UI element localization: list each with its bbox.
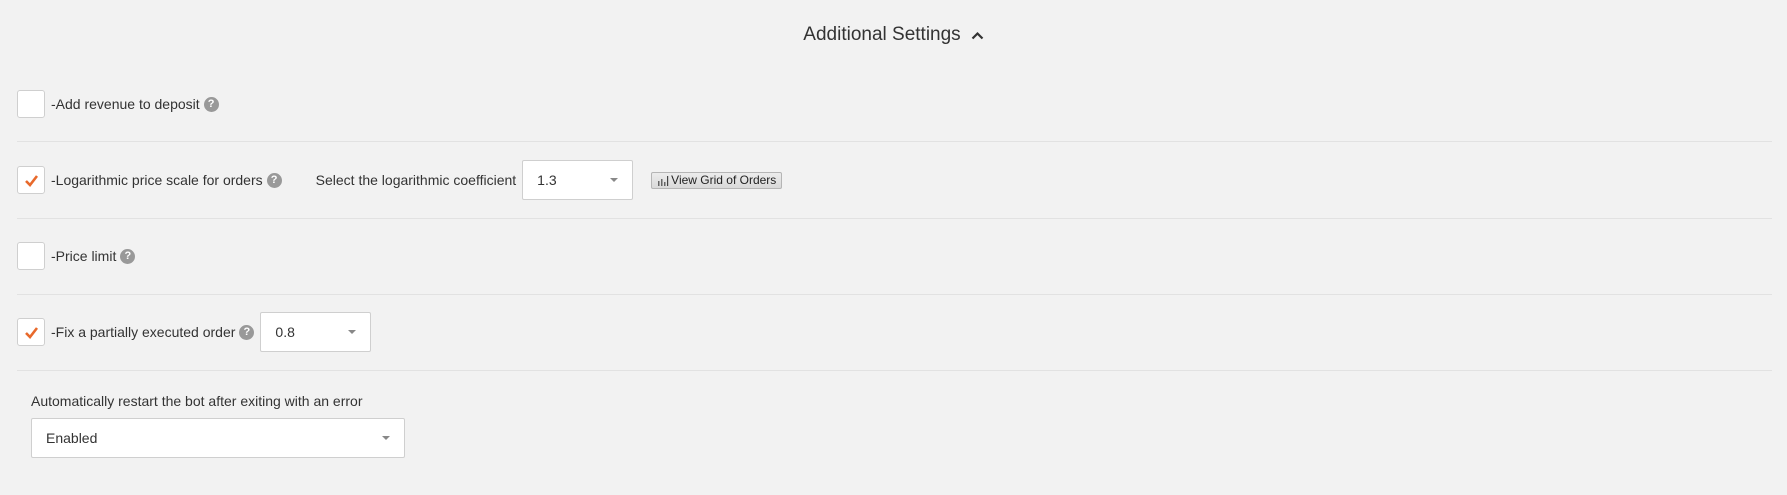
chevron-up-icon[interactable]	[971, 31, 984, 40]
fix-partial-label: -Fix a partially executed order	[51, 324, 236, 340]
checkmark-icon	[24, 326, 38, 339]
row-divider	[17, 370, 1772, 371]
bar-chart-icon	[657, 175, 669, 186]
log-coefficient-select[interactable]: 1.3	[522, 160, 634, 200]
view-grid-label: View Grid of Orders	[671, 173, 777, 187]
price-limit-label: -Price limit	[51, 248, 117, 264]
add-revenue-checkbox[interactable]	[17, 90, 45, 118]
option-row-log-scale: -Logarithmic price scale for orders ? Se…	[0, 142, 1772, 218]
auto-restart-value: Enabled	[46, 430, 98, 446]
price-limit-checkbox[interactable]	[17, 242, 45, 270]
caret-down-icon	[610, 178, 619, 182]
help-icon[interactable]: ?	[239, 324, 255, 340]
fix-partial-value: 0.8	[275, 324, 295, 340]
auto-restart-label: Automatically restart the bot after exit…	[31, 393, 363, 409]
log-scale-checkbox[interactable]	[17, 166, 45, 194]
option-row-add-revenue: -Add revenue to deposit ?	[0, 66, 1772, 142]
log-scale-label: -Logarithmic price scale for orders	[51, 172, 263, 188]
help-icon[interactable]: ?	[203, 96, 219, 112]
add-revenue-label: -Add revenue to deposit	[51, 96, 200, 112]
fix-partial-select[interactable]: 0.8	[260, 312, 372, 352]
log-coefficient-value: 1.3	[537, 172, 557, 188]
help-icon[interactable]: ?	[266, 172, 282, 188]
option-row-price-limit: -Price limit ?	[0, 218, 1772, 294]
view-grid-of-orders-button[interactable]: View Grid of Orders	[651, 171, 783, 189]
checkmark-icon	[24, 174, 38, 187]
additional-settings-header[interactable]: Additional Settings	[0, 20, 1787, 50]
option-row-fix-partial: -Fix a partially executed order ? 0.8	[0, 294, 1772, 370]
caret-down-icon	[382, 436, 390, 440]
caret-down-icon	[348, 330, 357, 334]
additional-settings-panel: Additional Settings -Add revenue to depo…	[0, 0, 1787, 495]
fix-partial-checkbox[interactable]	[17, 318, 45, 346]
auto-restart-select[interactable]: Enabled	[31, 418, 405, 458]
section-title: Additional Settings	[803, 24, 961, 45]
help-icon[interactable]: ?	[120, 248, 136, 264]
log-coefficient-label: Select the logarithmic coefficient	[315, 172, 517, 188]
